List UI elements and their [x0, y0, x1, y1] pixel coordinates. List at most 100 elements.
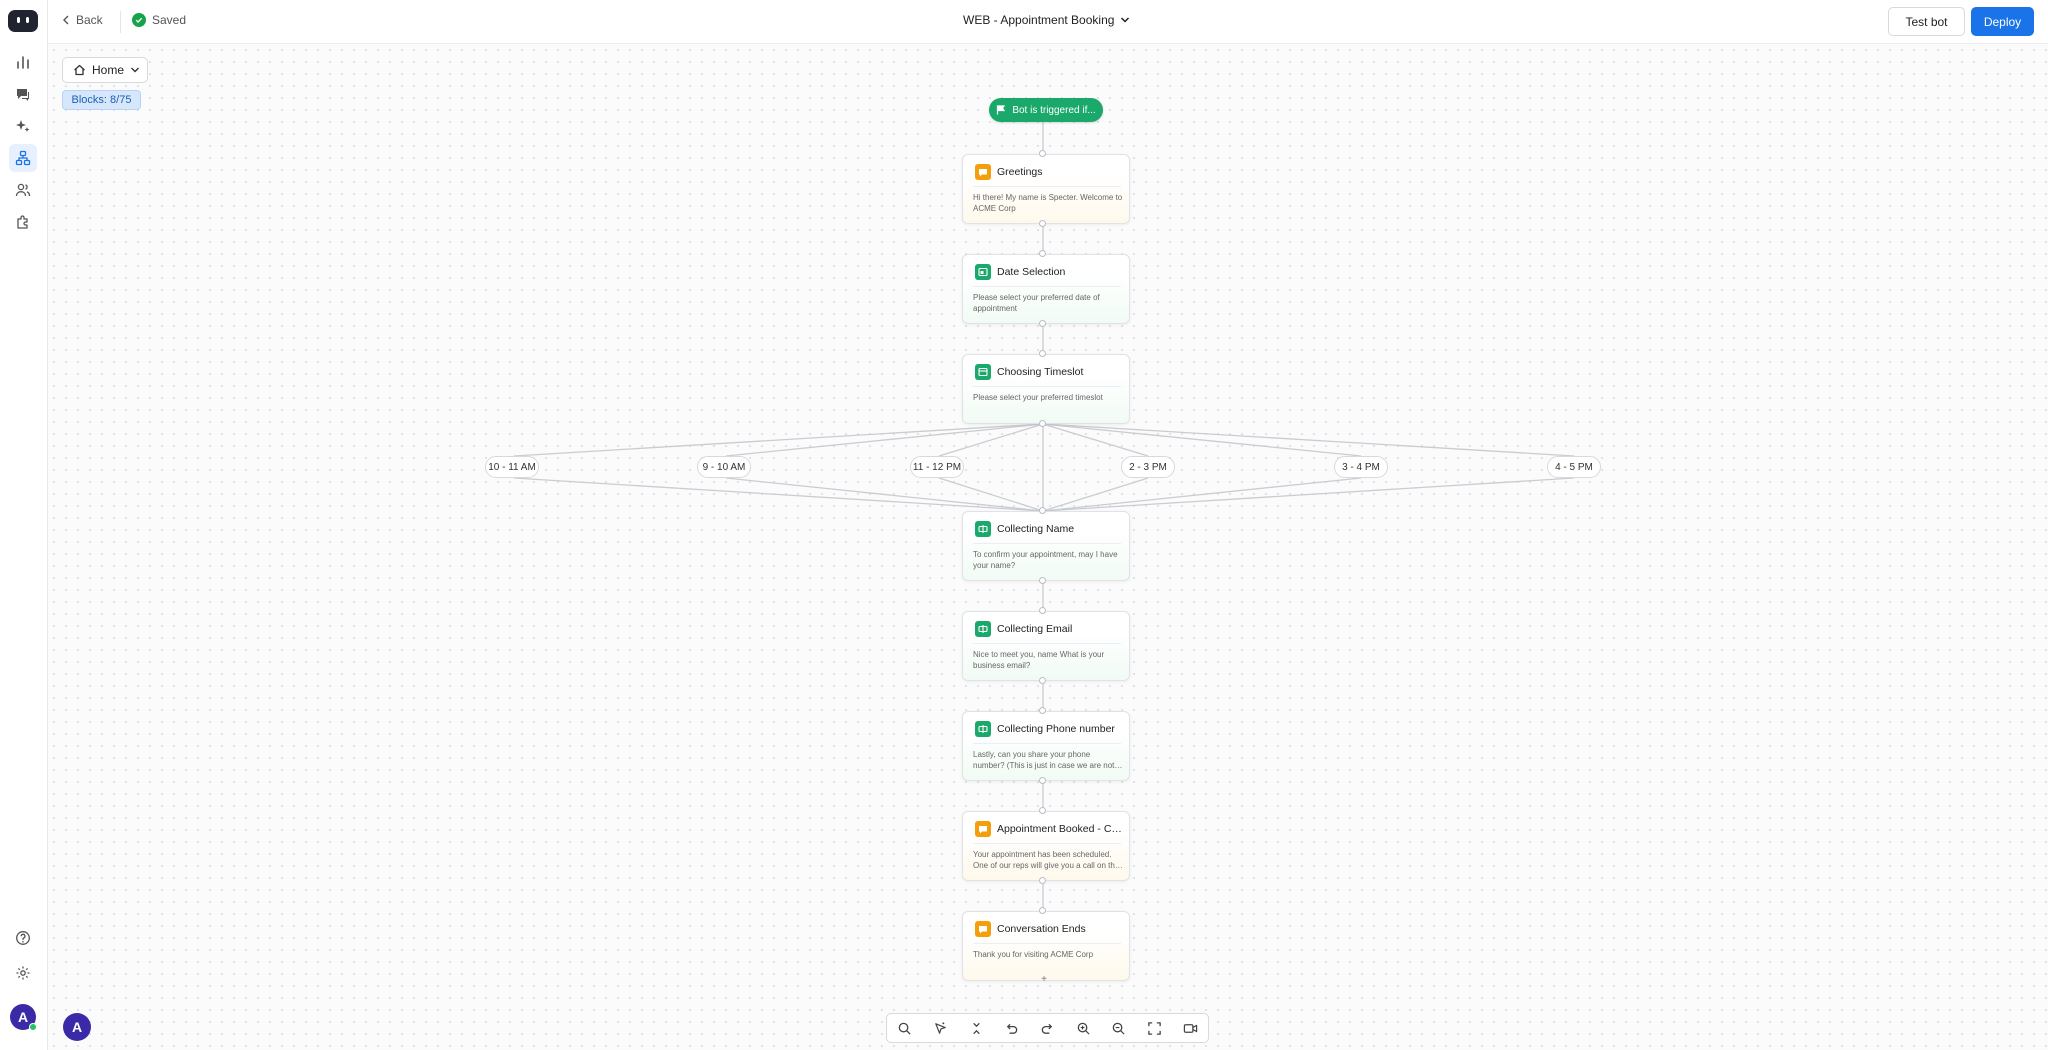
sidebar-item-ai[interactable]: [9, 112, 37, 140]
search-icon: [899, 1022, 911, 1035]
connection-handle[interactable]: [1039, 350, 1046, 357]
sidebar-item-conversations[interactable]: [9, 80, 37, 108]
flow-icon: [15, 150, 31, 166]
input-question-icon: [975, 621, 991, 637]
connection-handle[interactable]: [1039, 677, 1046, 684]
auto-arrange-icon: [935, 1021, 946, 1034]
timeslot-option[interactable]: 2 - 3 PM: [1121, 456, 1175, 478]
back-label: Back: [76, 13, 103, 27]
top-bar: Back Saved WEB - Appointment Booking Tes…: [48, 0, 2048, 44]
connection-handle[interactable]: [1039, 420, 1046, 427]
timeslot-option[interactable]: 4 - 5 PM: [1547, 456, 1601, 478]
bot-title-dropdown[interactable]: WEB - Appointment Booking: [963, 13, 1130, 27]
sidebar-item-integrations[interactable]: [9, 208, 37, 236]
undo-button[interactable]: [994, 1014, 1030, 1042]
node-title: Greetings: [997, 166, 1043, 178]
node-divider: [973, 743, 1121, 744]
message-icon: [975, 921, 991, 937]
sidebar-item-analytics[interactable]: [9, 48, 37, 76]
sidebar-item-help[interactable]: [9, 924, 37, 952]
search-button[interactable]: [887, 1014, 923, 1042]
flow-node-collecting-email[interactable]: Collecting Email Nice to meet you, name …: [962, 611, 1130, 681]
back-button[interactable]: Back: [62, 13, 103, 27]
timeslot-option[interactable]: 3 - 4 PM: [1334, 456, 1388, 478]
node-title: Date Selection: [997, 266, 1066, 278]
user-avatar[interactable]: A: [10, 1004, 37, 1031]
connection-handle[interactable]: [1039, 607, 1046, 614]
collapse-icon: [972, 1022, 980, 1034]
connection-handle[interactable]: [1039, 250, 1046, 257]
zoom-out-button[interactable]: [1101, 1014, 1137, 1042]
connection-handle[interactable]: [1039, 150, 1046, 157]
node-title: Collecting Phone number: [997, 723, 1115, 735]
node-divider: [973, 286, 1121, 287]
message-icon: [975, 821, 991, 837]
users-icon: [15, 183, 31, 197]
message-icon: [975, 164, 991, 180]
node-divider: [973, 943, 1121, 944]
node-text: Your appointment has been scheduled. One…: [973, 850, 1120, 870]
saved-label: Saved: [152, 13, 187, 27]
bar-chart-icon: [17, 56, 29, 69]
gear-icon: [16, 966, 30, 980]
app-logo[interactable]: [8, 10, 38, 32]
connection-handle[interactable]: [1039, 577, 1046, 584]
node-title: Appointment Booked - Co...: [997, 823, 1125, 835]
fullscreen-icon: [1148, 1021, 1161, 1035]
connection-handle[interactable]: [1039, 807, 1046, 814]
node-text: Lastly, can you share your phone number?…: [973, 750, 1115, 770]
node-title: Collecting Name: [997, 523, 1075, 535]
trigger-node[interactable]: Bot is triggered if...: [989, 98, 1103, 122]
connection-handle[interactable]: [1039, 877, 1046, 884]
flow-node-choosing-timeslot[interactable]: Choosing Timeslot Please select your pre…: [962, 354, 1130, 424]
node-divider: [973, 543, 1121, 544]
node-divider: [973, 843, 1121, 844]
check-circle-icon: [132, 13, 146, 27]
flow-node-greetings[interactable]: Greetings Hi there! My name is Specter. …: [962, 154, 1130, 224]
home-dropdown[interactable]: Home: [62, 57, 148, 83]
node-title: Conversation Ends: [997, 923, 1086, 935]
node-text: Thank you for visiting ACME Corp: [973, 950, 1094, 959]
connection-handle[interactable]: [1039, 320, 1046, 327]
connection-handle[interactable]: [1039, 777, 1046, 784]
workspace-avatar[interactable]: A: [63, 1013, 91, 1041]
test-bot-button[interactable]: Test bot: [1888, 7, 1965, 36]
auto-arrange-button[interactable]: [923, 1014, 959, 1042]
flag-icon: [997, 105, 1006, 115]
add-block-plus-icon[interactable]: +: [1039, 975, 1049, 985]
fullscreen-button[interactable]: [1137, 1014, 1173, 1042]
node-divider: [973, 643, 1121, 644]
zoom-in-button[interactable]: [1065, 1014, 1101, 1042]
flow-node-conversation-ends[interactable]: Conversation Ends Thank you for visiting…: [962, 911, 1130, 981]
zoom-in-icon: [1077, 1022, 1090, 1035]
connection-handle[interactable]: [1039, 507, 1046, 514]
node-title: Choosing Timeslot: [997, 366, 1084, 378]
sidebar: A: [0, 0, 48, 1050]
divider: [120, 11, 121, 33]
collapse-button[interactable]: [958, 1014, 994, 1042]
flow-node-collecting-name[interactable]: Collecting Name To confirm your appointm…: [962, 511, 1130, 581]
timeslot-option[interactable]: 10 - 11 AM: [485, 456, 539, 478]
sidebar-item-settings[interactable]: [9, 959, 37, 987]
connection-handle[interactable]: [1039, 220, 1046, 227]
sidebar-item-builder[interactable]: [9, 144, 37, 172]
sidebar-item-contacts[interactable]: [9, 176, 37, 204]
puzzle-icon: [17, 215, 28, 229]
save-status: Saved: [132, 13, 186, 27]
flow-node-appointment-booked[interactable]: Appointment Booked - Co... Your appointm…: [962, 811, 1130, 881]
undo-icon: [1007, 1023, 1018, 1034]
node-divider: [973, 386, 1121, 387]
connection-handle[interactable]: [1039, 707, 1046, 714]
deploy-button[interactable]: Deploy: [1971, 7, 2034, 36]
connection-handle[interactable]: [1039, 907, 1046, 914]
node-text: Nice to meet you, name What is your busi…: [973, 650, 1105, 670]
record-video-button[interactable]: [1172, 1014, 1208, 1042]
node-text: Please select your preferred date of app…: [973, 293, 1100, 313]
redo-button[interactable]: [1030, 1014, 1066, 1042]
home-label: Home: [92, 63, 125, 77]
timeslot-option[interactable]: 11 - 12 PM: [910, 456, 964, 478]
node-text: Hi there! My name is Specter. Welcome to…: [973, 193, 1123, 213]
timeslot-option[interactable]: 9 - 10 AM: [697, 456, 751, 478]
flow-node-collecting-phone[interactable]: Collecting Phone number Lastly, can you …: [962, 711, 1130, 781]
flow-node-date-selection[interactable]: Date Selection Please select your prefer…: [962, 254, 1130, 324]
